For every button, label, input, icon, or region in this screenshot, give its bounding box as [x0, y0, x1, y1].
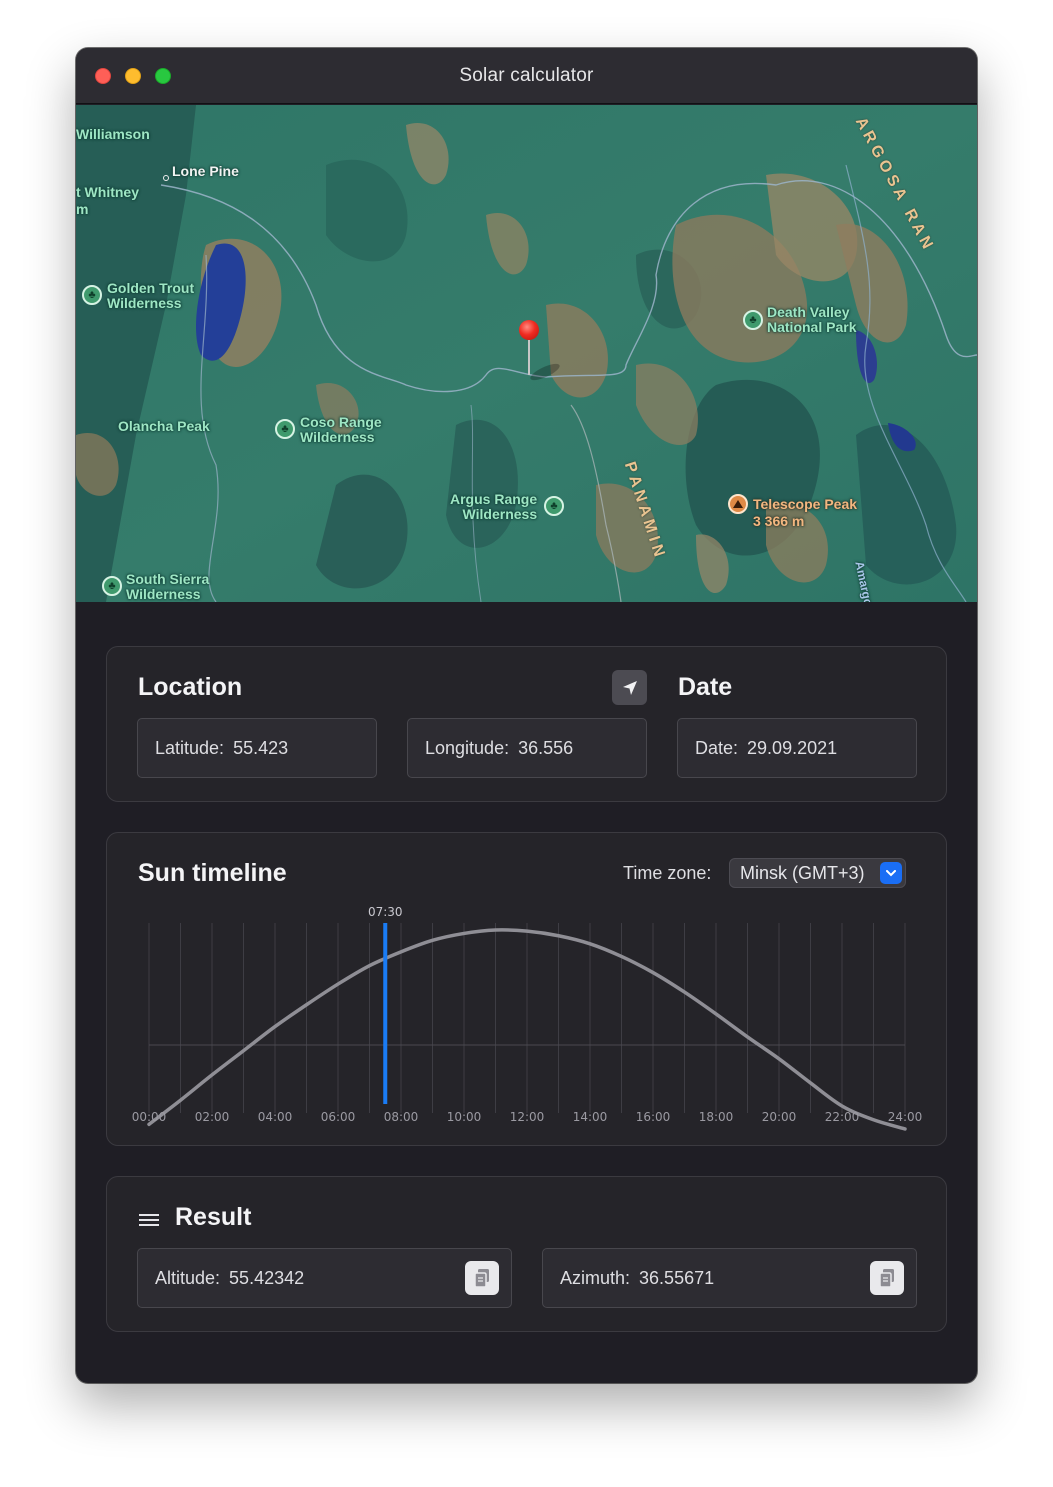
- map-label-lone-pine: Lone Pine: [172, 163, 239, 179]
- location-date-panel: Location Date Latitude: 55.423 Longitude…: [106, 646, 947, 802]
- window-title: Solar calculator: [459, 65, 594, 86]
- tree-icon: ♣: [544, 496, 564, 516]
- map-label-telescope-elevation: 3 366 m: [753, 513, 805, 529]
- azimuth-label: Azimuth:: [560, 1267, 631, 1288]
- azimuth-field[interactable]: Azimuth: 36.55671: [542, 1248, 917, 1308]
- date-heading: Date: [678, 673, 733, 701]
- map-label-south-sierra: South Sierra Wilderness: [126, 571, 210, 602]
- tree-icon: ♣: [102, 576, 122, 596]
- copy-icon: [474, 1269, 489, 1288]
- location-pin-icon[interactable]: [519, 320, 539, 340]
- title-bar: Solar calculator: [76, 48, 977, 104]
- longitude-field[interactable]: Longitude: 36.556: [407, 718, 647, 778]
- town-dot: [163, 175, 169, 181]
- menu-icon: [139, 1214, 159, 1226]
- map-terrain: [76, 105, 977, 602]
- tree-icon: ♣: [743, 310, 763, 330]
- map-label-telescope-peak: Telescope Peak: [753, 496, 858, 512]
- azimuth-value: 36.55671: [639, 1267, 715, 1288]
- date-value: 29.09.2021: [747, 737, 838, 758]
- current-location-button[interactable]: [612, 670, 647, 705]
- pin-stem: [528, 339, 530, 375]
- x-tick-label: 24:00: [888, 1110, 923, 1124]
- date-field[interactable]: Date: 29.09.2021: [677, 718, 917, 778]
- map-view[interactable]: Williamson Lone Pine t Whitney m ♣ Golde…: [76, 105, 977, 602]
- longitude-label: Longitude:: [425, 737, 510, 758]
- x-tick-label: 18:00: [699, 1110, 734, 1124]
- x-axis-ticks: 00:00 02:00 04:00 06:00 08:00 10:00 12:00 14:00…: [132, 1110, 923, 1124]
- map-label-death-valley: Death Valley National Park: [767, 304, 857, 335]
- sun-timeline-panel: Sun timeline Time zone: Minsk (GMT+3) 07…: [106, 832, 947, 1146]
- map-label-golden-trout: Golden Trout Wilderness: [107, 280, 195, 311]
- x-tick-label: 00:00: [132, 1110, 167, 1124]
- tree-icon: ♣: [82, 285, 102, 305]
- x-tick-label: 10:00: [447, 1110, 482, 1124]
- copy-altitude-button[interactable]: [465, 1261, 499, 1295]
- chart-grid: [148, 923, 906, 1113]
- longitude-value: 36.556: [518, 737, 574, 758]
- result-heading: Result: [175, 1203, 252, 1231]
- x-tick-label: 12:00: [510, 1110, 545, 1124]
- x-tick-label: 20:00: [762, 1110, 797, 1124]
- copy-icon: [879, 1269, 894, 1288]
- x-tick-label: 22:00: [825, 1110, 860, 1124]
- latitude-label: Latitude:: [155, 737, 225, 758]
- tree-icon: ♣: [275, 419, 295, 439]
- app-window: Solar calculator Williamson Lone Pine t …: [76, 48, 977, 1383]
- map-label-argus-range: Argus Range Wilderness: [450, 491, 538, 522]
- x-tick-label: 02:00: [195, 1110, 230, 1124]
- map-label-coso-range: Coso Range Wilderness: [300, 414, 382, 445]
- location-heading: Location: [138, 673, 243, 701]
- x-tick-label: 06:00: [321, 1110, 356, 1124]
- x-tick-label: 16:00: [636, 1110, 671, 1124]
- map-label-williamson: Williamson: [76, 126, 150, 142]
- latitude-field[interactable]: Latitude: 55.423: [137, 718, 377, 778]
- sun-timeline-chart[interactable]: 07:30 00:00 02:00 04:00 06:00 08:00 10:00 12:0…: [107, 833, 948, 1147]
- x-tick-label: 04:00: [258, 1110, 293, 1124]
- map-label-whitney: t Whitney: [76, 184, 139, 200]
- x-tick-label: 08:00: [384, 1110, 419, 1124]
- copy-azimuth-button[interactable]: [870, 1261, 904, 1295]
- peak-icon: [728, 494, 748, 514]
- latitude-value: 55.423: [233, 737, 289, 758]
- date-label: Date:: [695, 737, 739, 758]
- altitude-label: Altitude:: [155, 1267, 221, 1288]
- location-arrow-icon: [622, 680, 637, 695]
- current-time-label: 07:30: [368, 905, 403, 919]
- altitude-field[interactable]: Altitude: 55.42342: [137, 1248, 512, 1308]
- altitude-value: 55.42342: [229, 1267, 305, 1288]
- map-label-whitney-elevation: m: [76, 201, 89, 217]
- result-panel: Result Altitude: 55.42342 Azimuth: 36.55…: [106, 1176, 947, 1332]
- map-label-olancha-peak: Olancha Peak: [118, 418, 210, 434]
- x-tick-label: 14:00: [573, 1110, 608, 1124]
